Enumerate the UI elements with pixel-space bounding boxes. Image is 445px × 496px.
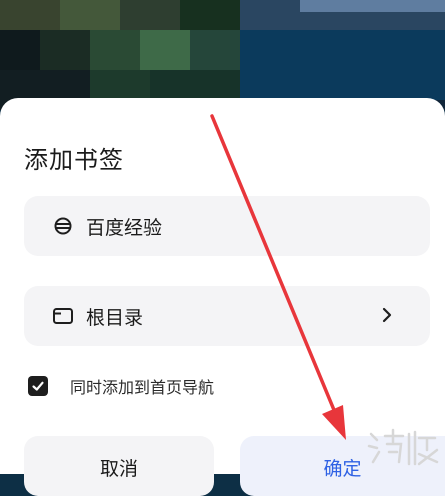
cancel-button[interactable]: 取消 xyxy=(24,436,214,496)
watermark-logo xyxy=(367,428,439,466)
add-to-homepage-option[interactable]: 同时添加到首页导航 xyxy=(28,374,214,398)
chevron-right-icon xyxy=(376,304,398,326)
planet-icon xyxy=(52,215,74,237)
bookmark-name-value: 百度经验 xyxy=(86,216,163,239)
blurred-background xyxy=(0,0,445,110)
folder-icon xyxy=(52,305,74,327)
add-to-homepage-checkbox[interactable] xyxy=(28,376,48,396)
bookmark-name-field[interactable]: 百度经验 xyxy=(24,196,430,256)
add-to-homepage-label: 同时添加到首页导航 xyxy=(70,378,215,397)
bookmark-folder-value: 根目录 xyxy=(86,306,144,329)
bookmark-folder-field[interactable]: 根目录 xyxy=(24,286,430,346)
dialog-title: 添加书签 xyxy=(24,146,124,174)
check-icon xyxy=(32,381,44,391)
